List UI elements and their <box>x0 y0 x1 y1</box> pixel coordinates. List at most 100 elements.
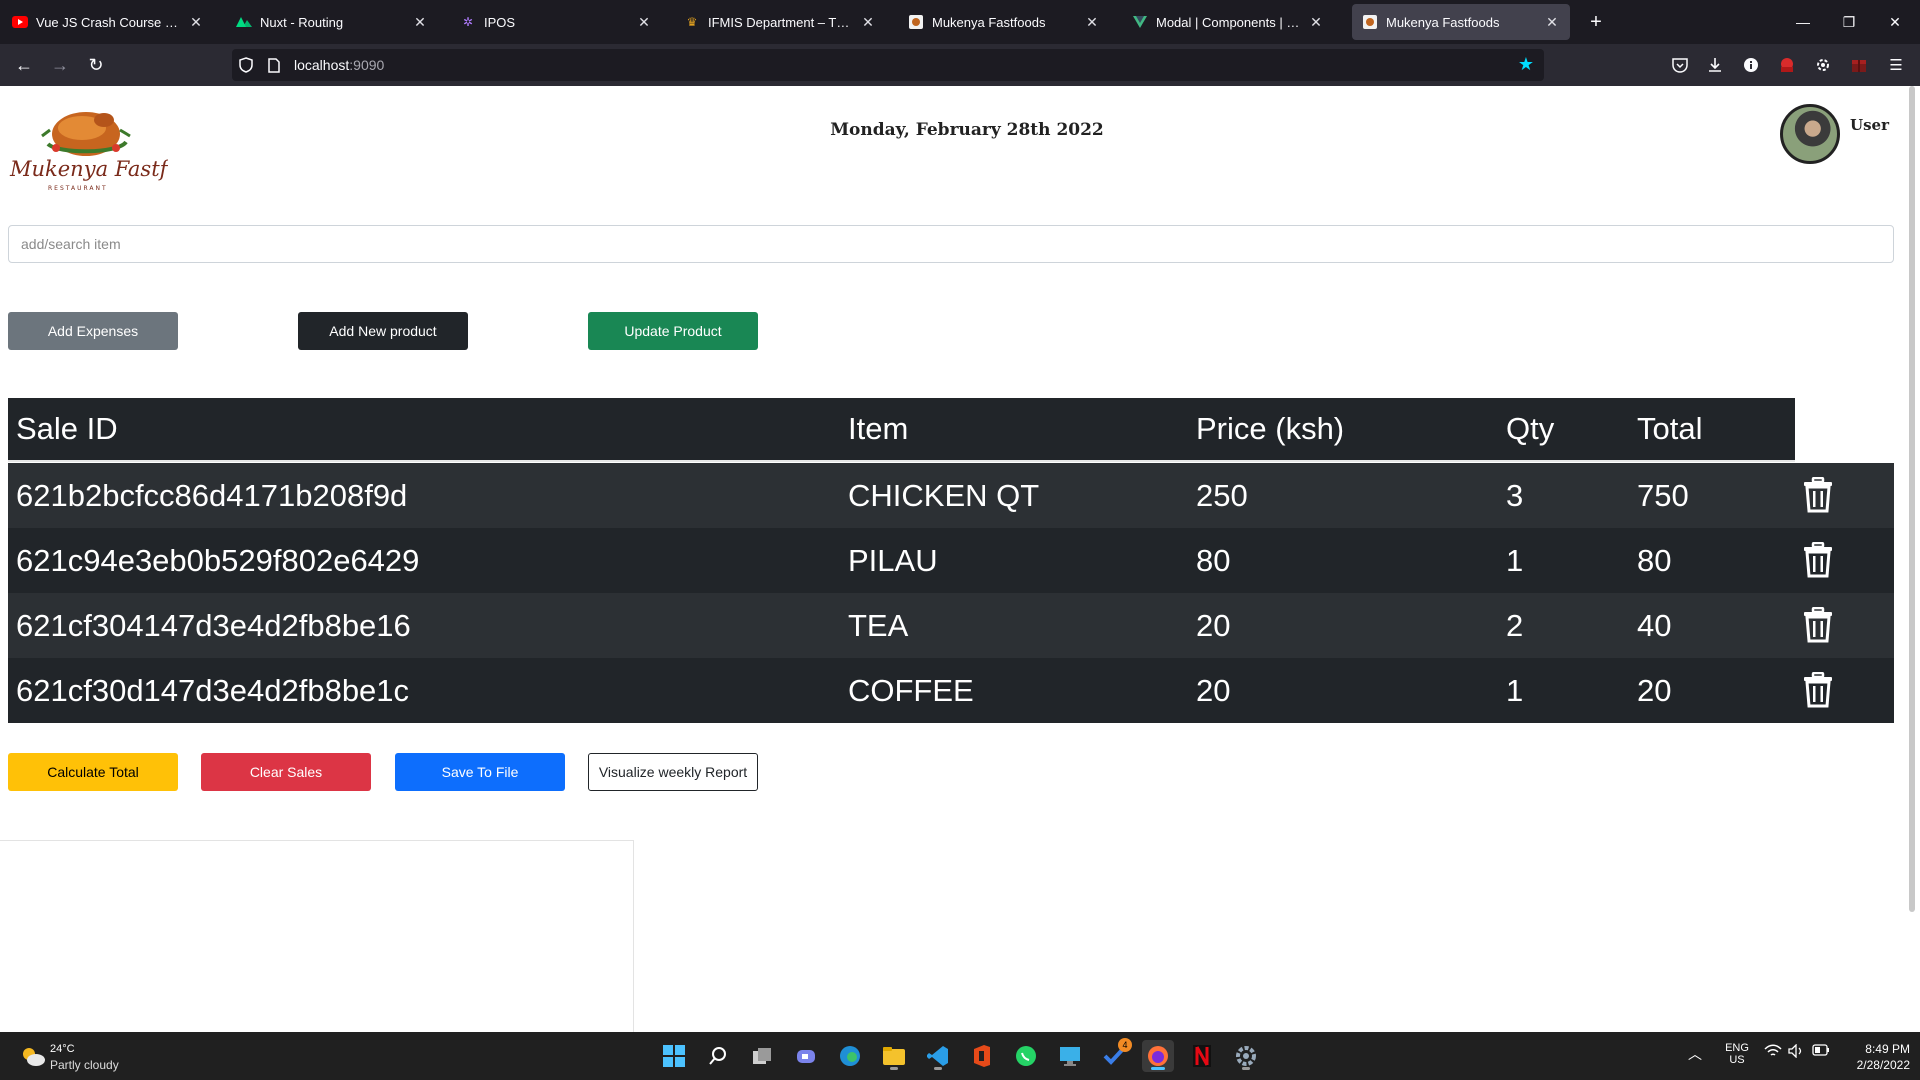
back-button[interactable]: ← <box>10 51 38 79</box>
downloads-icon[interactable] <box>1703 53 1727 77</box>
battery-icon[interactable] <box>1812 1044 1830 1059</box>
close-tab-icon[interactable]: ✕ <box>188 14 204 31</box>
tab-vue-crash-course[interactable]: Vue JS Crash Course - YouTube ✕ <box>2 4 214 40</box>
pocket-icon[interactable] <box>1668 53 1692 77</box>
extension-gear-icon[interactable] <box>1811 53 1835 77</box>
tab-title: Mukenya Fastfoods <box>932 14 1046 30</box>
tab-bootstrap-modal[interactable]: Modal | Components | Bootstrap ✕ <box>1122 4 1334 40</box>
price-cell: 20 <box>1196 607 1231 643</box>
extension-gift-icon[interactable] <box>1847 53 1871 77</box>
restore-button[interactable]: ❐ <box>1826 0 1872 44</box>
page-scrollbar[interactable] <box>1907 86 1917 912</box>
search-icon[interactable] <box>702 1040 734 1072</box>
new-tab-button[interactable]: + <box>1582 8 1610 36</box>
add-search-item-input[interactable] <box>8 225 1894 263</box>
table-row: 621cf304147d3e4d2fb8be16 TEA 20 2 40 <box>8 593 1894 658</box>
scrollbar-thumb[interactable] <box>1909 86 1915 912</box>
region-code: US <box>1729 1054 1745 1066</box>
tab-ipos[interactable]: ✲ IPOS ✕ <box>450 4 662 40</box>
desktop-app-icon[interactable] <box>1054 1040 1086 1072</box>
extension-red-icon[interactable] <box>1775 53 1799 77</box>
delete-trash-icon[interactable] <box>1802 671 1834 708</box>
page-icon[interactable] <box>260 49 288 81</box>
minimize-button[interactable]: — <box>1780 0 1826 44</box>
qty-cell: 1 <box>1506 542 1524 578</box>
file-explorer-icon[interactable] <box>878 1040 910 1072</box>
office-icon[interactable] <box>966 1040 998 1072</box>
netflix-icon[interactable] <box>1186 1040 1218 1072</box>
settings-gear-icon[interactable] <box>1230 1040 1262 1072</box>
chevron-up-icon[interactable]: ︿ <box>1688 1044 1702 1064</box>
delete-trash-icon[interactable] <box>1802 476 1834 513</box>
delete-trash-icon[interactable] <box>1802 606 1834 643</box>
user-avatar[interactable] <box>1780 104 1840 164</box>
item-cell: TEA <box>848 607 909 643</box>
visualize-weekly-report-button[interactable]: Visualize weekly Report <box>588 753 758 791</box>
sale-id-cell: 621b2bcfcc86d4171b208f9d <box>16 477 408 513</box>
item-cell: COFFEE <box>848 672 974 708</box>
add-new-product-button[interactable]: Add New product <box>298 312 468 350</box>
sale-id-cell: 621c94e3eb0b529f802e6429 <box>16 542 420 578</box>
running-indicator <box>934 1067 942 1070</box>
total-cell: 750 <box>1637 477 1689 513</box>
close-tab-icon[interactable]: ✕ <box>860 14 876 31</box>
bookmark-star-icon[interactable]: ★ <box>1518 54 1534 75</box>
save-to-file-button[interactable]: Save To File <box>395 753 565 791</box>
forward-button[interactable]: → <box>46 51 74 79</box>
user-label[interactable]: User <box>1850 116 1889 134</box>
close-tab-icon[interactable]: ✕ <box>1544 14 1560 31</box>
url-port: :9090 <box>349 57 385 73</box>
language-indicator[interactable]: ENG US <box>1724 1042 1750 1066</box>
add-expenses-button[interactable]: Add Expenses <box>8 312 178 350</box>
tab-mukenya-active[interactable]: Mukenya Fastfoods ✕ <box>1352 4 1570 40</box>
delete-trash-icon[interactable] <box>1802 541 1834 578</box>
clock-date[interactable]: 2/28/2022 <box>1842 1058 1910 1072</box>
mukenya-icon <box>1362 14 1378 30</box>
table-row: 621b2bcfcc86d4171b208f9d CHICKEN QT 250 … <box>8 463 1894 528</box>
youtube-icon <box>12 14 28 30</box>
update-product-button[interactable]: Update Product <box>588 312 758 350</box>
windows-start-icon[interactable] <box>658 1040 690 1072</box>
reload-button[interactable]: ↻ <box>82 51 110 79</box>
tab-title: Vue JS Crash Course - YouTube <box>36 14 182 30</box>
table-row: 621cf30d147d3e4d2fb8be1c COFFEE 20 1 20 <box>8 658 1894 723</box>
active-indicator <box>1151 1067 1165 1070</box>
clear-sales-button[interactable]: Clear Sales <box>201 753 371 791</box>
close-tab-icon[interactable]: ✕ <box>412 14 428 31</box>
menu-icon[interactable]: ☰ <box>1884 53 1908 77</box>
extension-info-icon[interactable] <box>1739 53 1763 77</box>
tab-title: Nuxt - Routing <box>260 14 344 30</box>
restaurant-logo[interactable]: Mukenya Fastfood RESTAURANT <box>8 90 206 192</box>
tab-title: IFMIS Department – The National <box>708 14 854 30</box>
close-tab-icon[interactable]: ✕ <box>636 14 652 31</box>
tab-nuxt-routing[interactable]: Nuxt - Routing ✕ <box>226 4 438 40</box>
volume-icon[interactable] <box>1788 1043 1804 1061</box>
sale-id-cell: 621cf304147d3e4d2fb8be16 <box>16 607 411 643</box>
weather-temperature[interactable]: 24°C <box>50 1043 75 1055</box>
weather-description[interactable]: Partly cloudy <box>50 1058 119 1072</box>
price-cell: 250 <box>1196 477 1248 513</box>
close-tab-icon[interactable]: ✕ <box>1084 14 1100 31</box>
task-view-icon[interactable] <box>746 1040 778 1072</box>
tab-title: Modal | Components | Bootstrap <box>1156 14 1302 30</box>
todo-app-icon[interactable]: 4 <box>1098 1038 1132 1072</box>
close-window-button[interactable]: ✕ <box>1872 0 1918 44</box>
firefox-icon[interactable] <box>1142 1040 1174 1072</box>
url-text[interactable]: localhost:9090 <box>294 57 384 73</box>
tab-title: IPOS <box>484 14 516 30</box>
address-bar[interactable]: localhost:9090 ★ <box>232 49 1544 81</box>
tab-mukenya-1[interactable]: Mukenya Fastfoods ✕ <box>898 4 1110 40</box>
whatsapp-icon[interactable] <box>1010 1040 1042 1072</box>
partly-cloudy-icon[interactable] <box>20 1044 45 1068</box>
teams-chat-icon[interactable] <box>790 1040 822 1072</box>
close-tab-icon[interactable]: ✕ <box>1308 14 1324 31</box>
calculate-total-button[interactable]: Calculate Total <box>8 753 178 791</box>
tab-ifmis[interactable]: ♛ IFMIS Department – The National ✕ <box>674 4 886 40</box>
page-content: Mukenya Fastfood RESTAURANT Monday, Febr… <box>0 86 1920 1032</box>
ipos-icon: ✲ <box>462 15 474 29</box>
clock-time[interactable]: 8:49 PM <box>1852 1042 1910 1056</box>
shield-icon[interactable] <box>232 49 260 81</box>
wifi-icon[interactable] <box>1764 1044 1782 1061</box>
edge-browser-icon[interactable] <box>834 1040 866 1072</box>
vscode-icon[interactable] <box>922 1040 954 1072</box>
